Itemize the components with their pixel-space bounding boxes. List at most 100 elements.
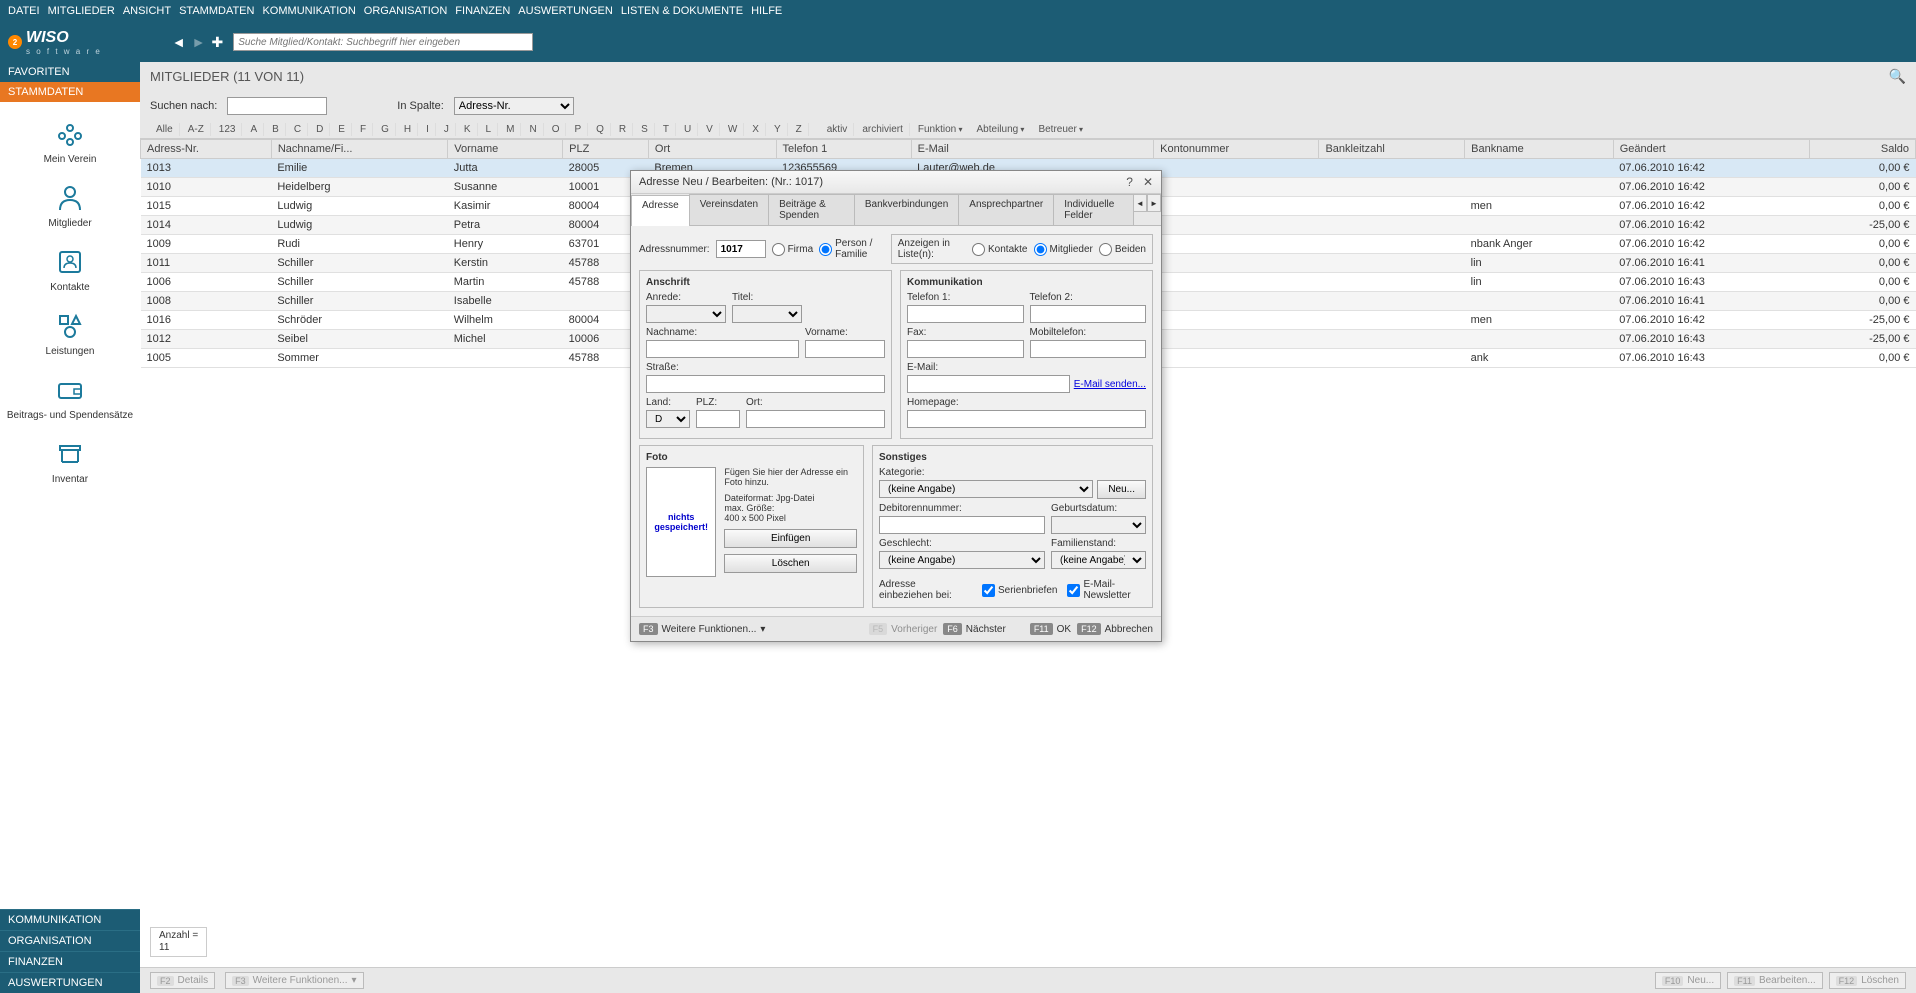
tab-scroll-right-icon[interactable]: ► (1147, 194, 1161, 212)
col-header[interactable]: Adress-Nr. (141, 140, 272, 159)
sidebar-item-mein-verein[interactable]: Mein Verein (0, 112, 140, 172)
debitor-input[interactable] (879, 516, 1045, 534)
tel2-input[interactable] (1030, 305, 1147, 323)
col-header[interactable]: Bankleitzahl (1319, 140, 1465, 159)
homepage-input[interactable] (907, 410, 1146, 428)
filter-J[interactable]: J (438, 123, 456, 136)
filter-A[interactable]: A (244, 123, 264, 136)
radio-beiden[interactable]: Beiden (1099, 243, 1146, 256)
filter-T[interactable]: T (657, 123, 676, 136)
sidebar-item-leistungen[interactable]: Leistungen (0, 304, 140, 364)
vorname-input[interactable] (805, 340, 885, 358)
land-select[interactable]: D (646, 410, 690, 428)
tab-vereinsdaten[interactable]: Vereinsdaten (689, 194, 769, 225)
sidebar-favoriten[interactable]: FAVORITEN (0, 62, 140, 82)
titel-select[interactable] (732, 305, 802, 323)
sidebar-item-kontakte[interactable]: Kontakte (0, 240, 140, 300)
menu-kommunikation[interactable]: KOMMUNIKATION (262, 5, 355, 17)
nachname-input[interactable] (646, 340, 799, 358)
menu-ansicht[interactable]: ANSICHT (123, 5, 171, 17)
col-header[interactable]: Saldo (1810, 140, 1916, 159)
help-icon[interactable]: ? (1126, 175, 1133, 189)
dialog-weitere-button[interactable]: F3Weitere Funktionen... ▾ (639, 623, 765, 635)
tab-individuelle[interactable]: Individuelle Felder (1053, 194, 1134, 225)
filter-H[interactable]: H (398, 123, 418, 136)
filter-G[interactable]: G (375, 123, 396, 136)
filter-Q[interactable]: Q (590, 123, 611, 136)
radio-kontakte[interactable]: Kontakte (972, 243, 1027, 256)
familienstand-select[interactable]: (keine Angabe) (1051, 551, 1146, 569)
filter-Alle[interactable]: Alle (150, 123, 180, 136)
plz-input[interactable] (696, 410, 740, 428)
in-spalte-select[interactable]: Adress-Nr. (454, 97, 574, 115)
filter-A-Z[interactable]: A-Z (182, 123, 211, 136)
filter-C[interactable]: C (288, 123, 308, 136)
newsletter-check[interactable]: E-Mail-Newsletter (1067, 579, 1146, 601)
filter-drop-Abteilung[interactable]: Abteilung (971, 123, 1031, 136)
filter-drop-Betreuer[interactable]: Betreuer (1032, 123, 1089, 136)
filter-R[interactable]: R (613, 123, 633, 136)
bearbeiten-button[interactable]: F11Bearbeiten... (1727, 972, 1823, 989)
global-search-input[interactable] (233, 33, 533, 51)
ok-button[interactable]: F11OK (1030, 623, 1071, 635)
tab-bankverbindungen[interactable]: Bankverbindungen (854, 194, 959, 225)
menu-listen[interactable]: LISTEN & DOKUMENTE (621, 5, 743, 17)
sidebar-item-inventar[interactable]: Inventar (0, 432, 140, 492)
menu-finanzen[interactable]: FINANZEN (455, 5, 510, 17)
ort-input[interactable] (746, 410, 885, 428)
filter-O[interactable]: O (546, 123, 567, 136)
einfuegen-button[interactable]: Einfügen (724, 529, 857, 548)
radio-firma[interactable]: Firma (772, 243, 814, 256)
tab-beitraege[interactable]: Beiträge & Spenden (768, 194, 855, 225)
col-header[interactable]: Bankname (1465, 140, 1614, 159)
menu-organisation[interactable]: ORGANISATION (364, 5, 448, 17)
tab-adresse[interactable]: Adresse (631, 195, 690, 226)
menu-stammdaten[interactable]: STAMMDATEN (179, 5, 254, 17)
filter-P[interactable]: P (568, 123, 588, 136)
fax-input[interactable] (907, 340, 1024, 358)
kategorie-select[interactable]: (keine Angabe) (879, 480, 1093, 498)
strasse-input[interactable] (646, 375, 885, 393)
col-header[interactable]: Kontonummer (1154, 140, 1319, 159)
search-input[interactable] (227, 97, 327, 115)
menu-auswertungen[interactable]: AUSWERTUNGEN (518, 5, 613, 17)
col-header[interactable]: Telefon 1 (776, 140, 911, 159)
email-input[interactable] (907, 375, 1070, 393)
sidebar-organisation[interactable]: ORGANISATION (0, 930, 140, 951)
filter-K[interactable]: K (458, 123, 478, 136)
abbrechen-button[interactable]: F12Abbrechen (1077, 623, 1153, 635)
foto-loeschen-button[interactable]: Löschen (724, 554, 857, 573)
tab-scroll-left-icon[interactable]: ◄ (1133, 194, 1147, 212)
filter-L[interactable]: L (480, 123, 499, 136)
filter-Z[interactable]: Z (790, 123, 809, 136)
filter-archiviert[interactable]: archiviert (856, 123, 910, 136)
neu-button[interactable]: F10Neu... (1655, 972, 1721, 989)
kategorie-neu-button[interactable]: Neu... (1097, 480, 1146, 499)
close-icon[interactable]: ✕ (1143, 175, 1153, 189)
col-header[interactable]: Ort (648, 140, 776, 159)
filter-Y[interactable]: Y (768, 123, 788, 136)
filter-X[interactable]: X (746, 123, 766, 136)
filter-drop-Funktion[interactable]: Funktion (912, 123, 969, 136)
col-header[interactable]: PLZ (563, 140, 649, 159)
sidebar-item-mitglieder[interactable]: Mitglieder (0, 176, 140, 236)
nav-forward-icon[interactable]: ► (192, 34, 206, 51)
sidebar-kommunikation[interactable]: KOMMUNIKATION (0, 909, 140, 930)
filter-B[interactable]: B (266, 123, 286, 136)
filter-D[interactable]: D (310, 123, 330, 136)
menu-datei[interactable]: DATEI (8, 5, 40, 17)
geburt-select[interactable] (1051, 516, 1146, 534)
details-button[interactable]: F2Details (150, 972, 215, 989)
filter-aktiv[interactable]: aktiv (821, 123, 855, 136)
col-header[interactable]: Geändert (1613, 140, 1810, 159)
col-header[interactable]: E-Mail (911, 140, 1154, 159)
naechster-button[interactable]: F6Nächster (943, 623, 1006, 635)
filter-U[interactable]: U (678, 123, 698, 136)
nav-back-icon[interactable]: ◄ (172, 34, 186, 51)
filter-V[interactable]: V (700, 123, 720, 136)
menu-hilfe[interactable]: HILFE (751, 5, 782, 17)
search-icon[interactable]: 🔍 (1889, 68, 1906, 85)
sidebar-item-beitrags[interactable]: Beitrags- und Spendensätze (0, 368, 140, 428)
loeschen-button[interactable]: F12Löschen (1829, 972, 1906, 989)
radio-person[interactable]: Person / Familie (819, 238, 885, 260)
